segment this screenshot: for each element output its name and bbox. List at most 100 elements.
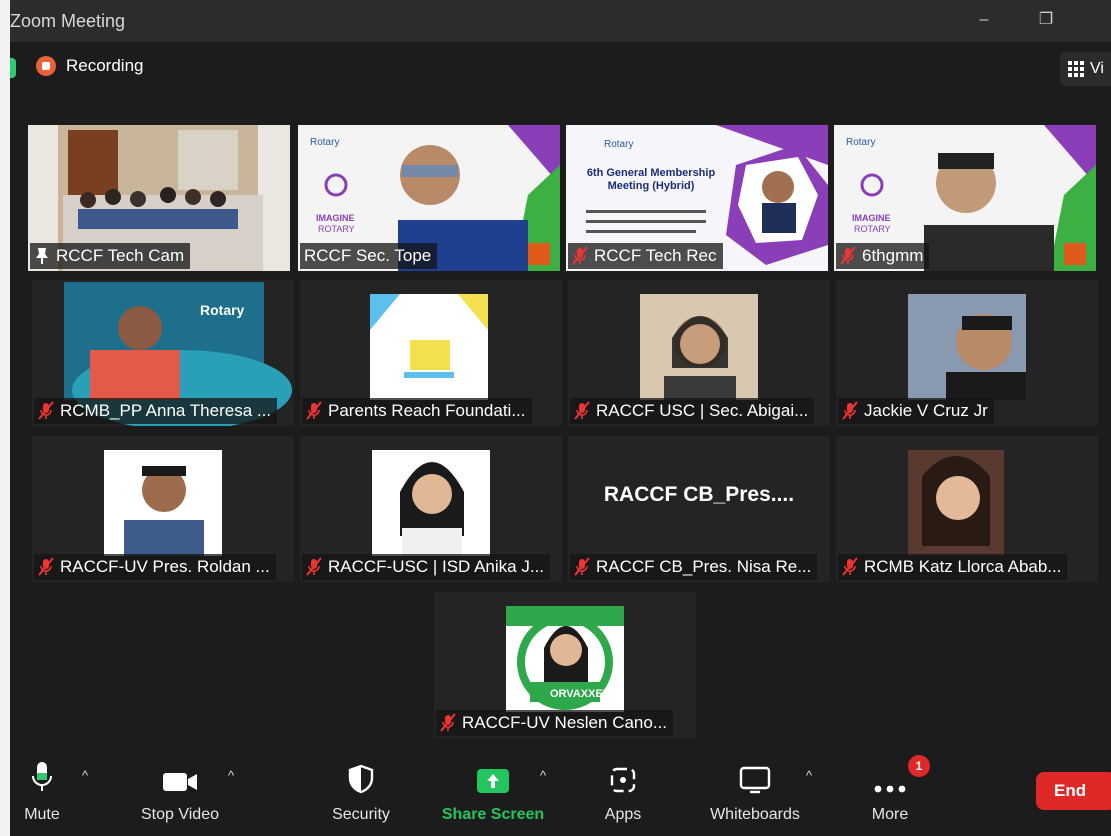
participant-name: RACCF CB_Pres. Nisa Re... [596, 557, 812, 576]
participant-name: Jackie V Cruz Jr [864, 401, 988, 420]
recording-indicator[interactable]: Recording [36, 56, 144, 76]
share-screen-label: Share Screen [441, 806, 545, 823]
mic-muted-icon [38, 557, 54, 576]
rotary-logo: Rotary [846, 137, 876, 148]
imagine-text: IMAGINE [316, 213, 355, 223]
whiteboards-options-chevron-icon[interactable]: ^ [806, 768, 812, 783]
participant-name: RCCF Tech Rec [594, 246, 717, 265]
video-camera-icon [163, 773, 197, 791]
security-indicator [10, 58, 16, 78]
participant-namebar: RACCF CB_Pres. Nisa Re... [570, 554, 818, 580]
participant-name: RCMB_PP Anna Theresa ... [60, 401, 272, 420]
share-options-chevron-icon[interactable]: ^ [540, 768, 546, 783]
participant-name: RACCF-UV Neslen Cano... [462, 713, 668, 732]
video-tile[interactable]: RACCF-UV Pres. Roldan ... [32, 436, 294, 582]
mic-muted-icon [306, 401, 322, 420]
mic-muted-icon [842, 401, 858, 420]
whiteboards-label: Whiteboards [710, 806, 800, 823]
video-tile[interactable]: RACCF-USC | ISD Anika J... [300, 436, 562, 582]
mic-muted-icon [38, 401, 54, 420]
end-meeting-button[interactable]: End [1036, 772, 1111, 810]
video-tile[interactable]: Rotary 6th General Membership Meeting (H… [566, 125, 828, 271]
mic-muted-icon [574, 557, 590, 576]
grid-view-icon [1068, 61, 1084, 77]
participant-namebar: RCCF Tech Rec [568, 243, 723, 269]
imagine-text: IMAGINE [852, 213, 891, 223]
participant-namebar: Jackie V Cruz Jr [838, 398, 994, 424]
apps-label: Apps [604, 806, 642, 823]
apps-icon [610, 767, 636, 793]
apps-button[interactable]: Apps [590, 750, 656, 836]
participant-namebar: RACCF-USC | ISD Anika J... [302, 554, 551, 580]
participant-name: RCCF Tech Cam [56, 246, 185, 265]
participant-namebar: RCCF Tech Cam [30, 243, 191, 269]
mic-muted-icon [842, 557, 858, 576]
video-tile[interactable]: RACCF CB_Pres.... RACCF CB_Pres. Nisa Re… [568, 436, 830, 582]
mic-muted-icon [306, 557, 322, 576]
restore-button[interactable]: ❐ [1032, 8, 1060, 32]
shield-icon [348, 764, 374, 794]
whiteboard-icon [739, 766, 771, 794]
recording-label: Recording [66, 56, 144, 75]
video-tile[interactable]: RCMB Katz Llorca Abab... [836, 436, 1098, 582]
zoom-window: Zoom Meeting – ❐ Recording Vi RCCF Tech … [10, 0, 1111, 836]
rotary-text: ROTARY [318, 224, 355, 234]
title-bar: Zoom Meeting – ❐ [10, 0, 1111, 42]
pin-icon [36, 248, 48, 264]
rotary-logo: Rotary [310, 137, 340, 148]
participant-namebar: 6thgmm [836, 243, 930, 269]
participant-namebar: Parents Reach Foundati... [302, 398, 532, 424]
slide-title: 6th General Membership Meeting (Hybrid) [586, 167, 716, 192]
participant-name: RCMB Katz Llorca Abab... [864, 557, 1062, 576]
microphone-icon [32, 762, 52, 791]
participant-namebar: RACCF USC | Sec. Abigai... [570, 398, 815, 424]
rotary-logo: Rotary [200, 302, 245, 318]
participant-name: 6thgmm [862, 246, 924, 265]
mic-muted-icon [574, 401, 590, 420]
video-tile[interactable]: ORVAXXED RACCF-UV Neslen Cano... [434, 592, 696, 738]
window-title: Zoom Meeting [10, 11, 126, 31]
view-label: Vi [1090, 60, 1104, 77]
share-screen-button[interactable]: Share Screen [438, 750, 548, 836]
video-tile[interactable]: Rotary RCMB_PP Anna Theresa ... [32, 280, 294, 426]
video-tile[interactable]: Rotary IMAGINE ROTARY RCCF Sec. Tope [298, 125, 560, 271]
notification-badge: 1 [908, 755, 930, 777]
participant-display-name: RACCF CB_Pres.... [603, 483, 795, 506]
stop-video-button[interactable]: Stop Video [130, 750, 230, 836]
participant-namebar: RACCF-UV Pres. Roldan ... [34, 554, 276, 580]
video-tile[interactable]: Parents Reach Foundati... [300, 280, 562, 426]
mute-label: Mute [24, 806, 60, 823]
participant-name: RCCF Sec. Tope [304, 246, 432, 265]
video-tile[interactable]: RACCF USC | Sec. Abigai... [568, 280, 830, 426]
participant-name: RACCF-UV Pres. Roldan ... [60, 557, 270, 576]
mute-options-chevron-icon[interactable]: ^ [82, 768, 88, 783]
participant-namebar: RACCF-UV Neslen Cano... [436, 710, 674, 736]
participant-namebar: RCMB_PP Anna Theresa ... [34, 398, 278, 424]
video-tile[interactable]: RCCF Tech Cam [28, 125, 290, 271]
video-tile[interactable]: Rotary IMAGINE ROTARY 6thgmm [834, 125, 1096, 271]
participant-name: Parents Reach Foundati... [328, 401, 526, 420]
more-label: More [871, 806, 909, 823]
rotary-logo: Rotary [604, 139, 634, 150]
participant-name: RACCF-USC | ISD Anika J... [328, 557, 545, 576]
participant-namebar: RCCF Sec. Tope [300, 243, 438, 269]
security-label: Security [332, 806, 390, 823]
share-screen-icon [477, 769, 509, 793]
video-tile[interactable]: Jackie V Cruz Jr [836, 280, 1098, 426]
minimize-button[interactable]: – [970, 8, 998, 32]
meeting-toolbar: Mute ^ Stop Video ^ Security Share Scree… [10, 750, 1111, 836]
participant-namebar: RCMB Katz Llorca Abab... [838, 554, 1068, 580]
whiteboards-button[interactable]: Whiteboards [700, 750, 810, 836]
rotary-text: ROTARY [854, 224, 891, 234]
mic-muted-icon [840, 246, 856, 265]
view-button[interactable]: Vi [1060, 52, 1111, 86]
participant-name: RACCF USC | Sec. Abigai... [596, 401, 809, 420]
more-dots-icon [874, 785, 906, 793]
mute-button[interactable]: Mute [14, 750, 70, 836]
stop-video-label: Stop Video [141, 806, 219, 823]
mic-muted-icon [572, 246, 588, 265]
orvaxxed-text: ORVAXXED [550, 688, 611, 700]
security-button[interactable]: Security [320, 750, 402, 836]
video-options-chevron-icon[interactable]: ^ [228, 768, 234, 783]
mic-muted-icon [440, 713, 456, 732]
